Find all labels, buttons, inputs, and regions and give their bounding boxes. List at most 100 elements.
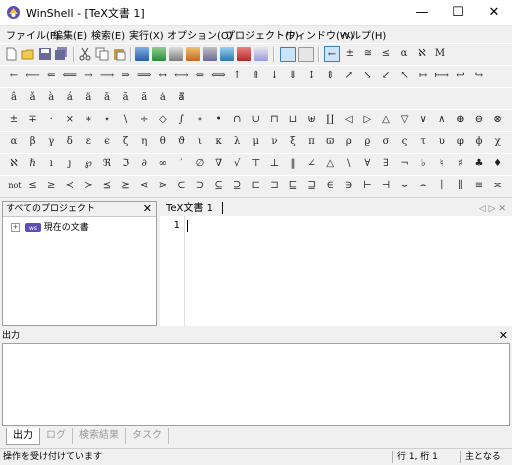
copy-icon[interactable] (95, 47, 109, 61)
binary-ops-symbol-button[interactable]: ∨ (415, 112, 431, 128)
output-panel-close-button[interactable]: ✕ (499, 329, 508, 343)
tab-tasks[interactable]: タスク (126, 428, 169, 444)
accents-symbol-button[interactable]: ã (118, 90, 134, 106)
binary-ops-palette-button[interactable]: ± (342, 46, 358, 62)
greek-symbol-button[interactable]: ϱ (359, 134, 375, 150)
greek-symbol-button[interactable]: δ (62, 134, 78, 150)
greek-symbol-button[interactable]: σ (378, 134, 394, 150)
greek-symbol-button[interactable]: α (6, 134, 22, 150)
spell-check-icon[interactable] (254, 47, 268, 61)
binary-ops-symbol-button[interactable]: ⋆ (99, 112, 115, 128)
binary-ops-symbol-button[interactable]: ∗ (80, 112, 96, 128)
expand-icon[interactable]: + (11, 223, 20, 232)
arrows-symbol-button[interactable]: ↩ (452, 68, 468, 84)
arrows-symbol-button[interactable]: ⟸ (62, 68, 78, 84)
misc-symbols-symbol-button[interactable]: ℜ (99, 156, 115, 172)
misc-symbols-symbol-button[interactable]: ℑ (118, 156, 134, 172)
relations-symbol-button[interactable]: ≥ (43, 178, 59, 194)
relations-symbol-button[interactable]: ⌢ (415, 178, 431, 194)
accents-symbol-button[interactable]: ă (136, 90, 152, 106)
binary-ops-symbol-button[interactable]: ⊓ (266, 112, 282, 128)
greek-symbol-button[interactable]: ϑ (173, 134, 189, 150)
accents-symbol-button[interactable]: ä (80, 90, 96, 106)
misc-symbols-symbol-button[interactable]: ♣ (471, 156, 487, 172)
menu-edit[interactable]: 編集(E) (53, 27, 87, 42)
pdf-view-icon[interactable] (237, 47, 251, 61)
greek-symbol-button[interactable]: β (25, 134, 41, 150)
misc-symbols-symbol-button[interactable]: ∞ (155, 156, 171, 172)
greek-symbol-button[interactable]: π (304, 134, 320, 150)
arrows-symbol-button[interactable]: ⟹ (136, 68, 152, 84)
menu-help[interactable]: ヘルプ(H) (341, 27, 386, 42)
minimize-button[interactable]: — (404, 0, 440, 25)
arrows-symbol-button[interactable]: ↗ (341, 68, 357, 84)
project-panel-close-button[interactable]: ✕ (143, 202, 152, 216)
arrows-symbol-button[interactable]: ↕ (304, 68, 320, 84)
relations-symbol-button[interactable]: ⊒ (304, 178, 320, 194)
arrows-symbol-button[interactable]: ↘ (359, 68, 375, 84)
relations-symbol-button[interactable]: ∈ (322, 178, 338, 194)
arrows-symbol-button[interactable]: ⟷ (173, 68, 189, 84)
relations-symbol-button[interactable]: ⊇ (229, 178, 245, 194)
tab-log[interactable]: ログ (40, 428, 73, 444)
greek-palette-button[interactable]: α (396, 46, 412, 62)
misc-symbols-symbol-button[interactable]: √ (229, 156, 245, 172)
relations-symbol-button[interactable]: ∋ (341, 178, 357, 194)
misc-symbols-symbol-button[interactable]: ∠ (304, 156, 320, 172)
math-mode-button[interactable]: M (432, 46, 448, 62)
menu-options[interactable]: オプション(O) (167, 27, 233, 42)
relations-symbol-button[interactable]: ⪯ (99, 178, 115, 194)
relations-symbol-button[interactable]: not (6, 178, 24, 194)
misc-symbols-symbol-button[interactable]: ⊤ (248, 156, 264, 172)
dvips-icon[interactable] (203, 47, 217, 61)
accents-symbol-button[interactable]: à (43, 90, 59, 106)
tab-search-results[interactable]: 検索結果 (73, 428, 126, 444)
greek-symbol-button[interactable]: ν (266, 134, 282, 150)
relations-symbol-button[interactable]: ⊏ (248, 178, 264, 194)
relations-symbol-button[interactable]: ∣ (434, 178, 450, 194)
misc-symbols-symbol-button[interactable]: ∅ (192, 156, 208, 172)
binary-ops-symbol-button[interactable]: ⊖ (471, 112, 487, 128)
arrows-symbol-button[interactable]: ← (6, 68, 22, 84)
arrows-symbol-button[interactable]: ⟺ (211, 68, 227, 84)
editor-tab-nav[interactable]: ◁ ▷ ✕ (479, 201, 506, 217)
layout-left-icon[interactable] (280, 47, 296, 62)
relations-symbol-button[interactable]: ≻ (80, 178, 96, 194)
relations-symbol-button[interactable]: ⊃ (192, 178, 208, 194)
arrows-symbol-button[interactable]: ⟶ (99, 68, 115, 84)
greek-symbol-button[interactable]: ε (80, 134, 96, 150)
relations-symbol-button[interactable]: ⊆ (211, 178, 227, 194)
arrows-symbol-button[interactable]: ⟵ (25, 68, 41, 84)
misc-symbols-symbol-button[interactable]: ℵ (6, 156, 22, 172)
tex-run-icon[interactable] (135, 47, 149, 61)
greek-symbol-button[interactable]: υ (434, 134, 450, 150)
arrows-symbol-button[interactable]: ⟼ (434, 68, 450, 84)
greek-symbol-button[interactable]: ζ (118, 134, 134, 150)
binary-ops-symbol-button[interactable]: ▷ (359, 112, 375, 128)
misc-symbols-symbol-button[interactable]: ∀ (359, 156, 375, 172)
tab-output[interactable]: 出力 (6, 428, 40, 445)
accents-symbol-button[interactable]: ǎ (25, 90, 41, 106)
binary-ops-symbol-button[interactable]: ◁ (341, 112, 357, 128)
greek-symbol-button[interactable]: η (136, 134, 152, 150)
paste-icon[interactable] (112, 47, 126, 61)
relations-symbol-button[interactable]: ⊣ (378, 178, 394, 194)
arrows-symbol-button[interactable]: ⇐ (43, 68, 59, 84)
greek-symbol-button[interactable]: ς (397, 134, 413, 150)
new-file-icon[interactable] (4, 47, 18, 61)
output-text-area[interactable] (2, 343, 510, 426)
misc-symbols-symbol-button[interactable]: ∂ (136, 156, 152, 172)
accents-symbol-button[interactable]: á (62, 90, 78, 106)
arrows-symbol-button[interactable]: ⇔ (192, 68, 208, 84)
greek-symbol-button[interactable]: κ (211, 134, 227, 150)
greek-symbol-button[interactable]: χ (490, 134, 506, 150)
cut-icon[interactable] (78, 47, 92, 61)
binary-ops-symbol-button[interactable]: \ (118, 112, 134, 128)
accents-palette-button[interactable]: ≅ (360, 46, 376, 62)
accents-symbol-button[interactable]: â (6, 90, 22, 106)
binary-ops-symbol-button[interactable]: ◇ (155, 112, 171, 128)
maximize-button[interactable]: ☐ (440, 0, 476, 25)
relations-symbol-button[interactable]: ≡ (471, 178, 487, 194)
greek-symbol-button[interactable]: ι (192, 134, 208, 150)
accents-symbol-button[interactable]: ā (99, 90, 115, 106)
